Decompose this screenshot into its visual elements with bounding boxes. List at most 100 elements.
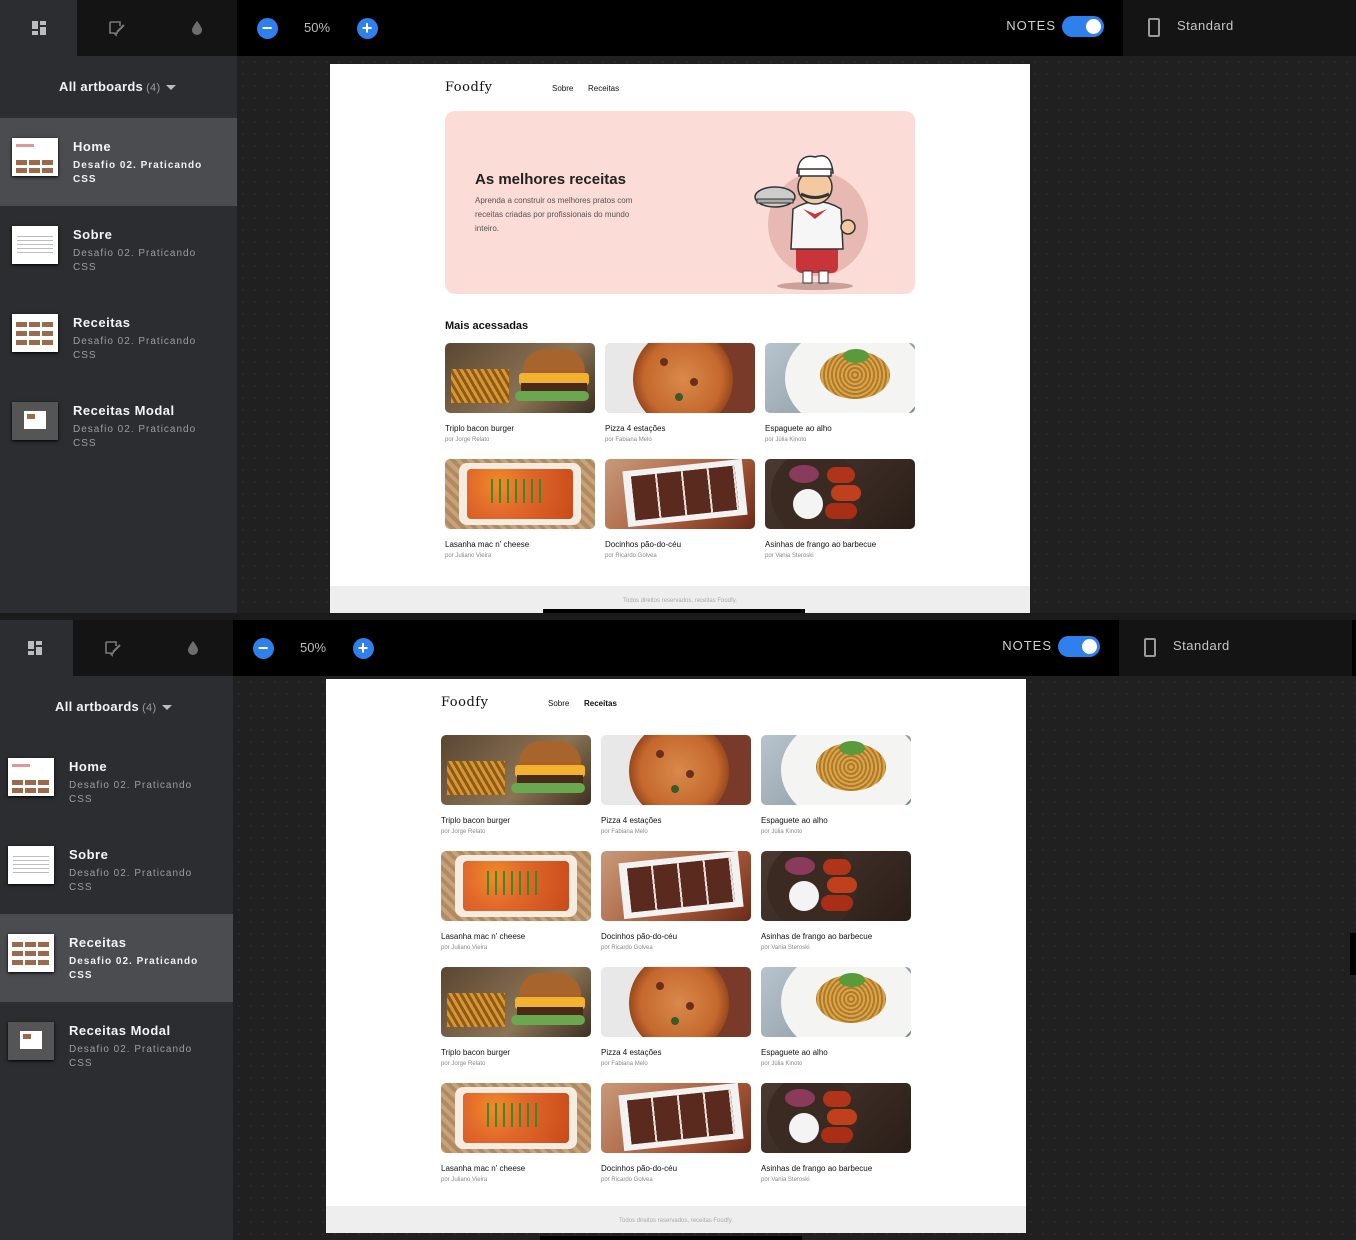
- minus-icon: −: [252, 637, 274, 659]
- recipe-image[interactable]: [761, 735, 911, 805]
- artboards-grid-button[interactable]: [0, 620, 73, 676]
- recipe-title: Asinhas de frango ao barbecue: [765, 540, 877, 549]
- notes-toggle[interactable]: [1062, 16, 1104, 37]
- sidebar-item-receitas[interactable]: Receitas Desafio 02. Praticando CSS: [0, 914, 233, 1002]
- recipe-image[interactable]: [601, 967, 751, 1037]
- notes-label: NOTES: [1006, 18, 1056, 33]
- recipe-author: por Fabiana Melo: [605, 437, 652, 443]
- recipe-card[interactable]: Docinhos pão-do-céu por Ricardo Golvea: [601, 851, 751, 951]
- recipe-author: por Vania Steroski: [765, 553, 814, 559]
- recipe-author: por Fabiana Melo: [601, 1061, 648, 1067]
- recipe-author: por Júlia Kinoto: [761, 1061, 803, 1067]
- recipe-author: por Júlia Kinoto: [761, 829, 803, 835]
- recipe-image[interactable]: [441, 967, 591, 1037]
- recipe-image[interactable]: [605, 343, 755, 413]
- zoom-out-button[interactable]: −: [256, 0, 278, 56]
- sidebar-item-home[interactable]: Home Desafio 02. Praticando CSS: [0, 738, 233, 826]
- sidebar-item-receitas-modal[interactable]: Receitas Modal Desafio 02. Praticando CS…: [0, 382, 237, 470]
- all-artboards-dropdown[interactable]: All artboards (4): [0, 676, 233, 738]
- horizontal-scrollbar[interactable]: [540, 1236, 802, 1240]
- recipe-card[interactable]: Lasanha mac n' cheese por Juliano Vieira: [441, 1083, 591, 1183]
- sidebar-item-sobre[interactable]: Sobre Desafio 02. Praticando CSS: [0, 206, 237, 294]
- recipe-image[interactable]: [761, 851, 911, 921]
- recipe-card[interactable]: Espaguete ao alho por Júlia Kinoto: [765, 343, 915, 443]
- recipe-card[interactable]: Triplo bacon burger por Jorge Relato: [441, 967, 591, 1067]
- site-logo[interactable]: Foodfy: [445, 80, 492, 95]
- sidebar-item-receitas[interactable]: Receitas Desafio 02. Praticando CSS: [0, 294, 237, 382]
- recipe-card[interactable]: Triplo bacon burger por Jorge Relato: [441, 735, 591, 835]
- recipe-image[interactable]: [601, 1083, 751, 1153]
- recipe-card[interactable]: Asinhas de frango ao barbecue por Vania S…: [765, 459, 915, 559]
- sidebar-item-sobre[interactable]: Sobre Desafio 02. Praticando CSS: [0, 826, 233, 914]
- toggle-knob: [1082, 639, 1097, 654]
- recipe-image[interactable]: [761, 967, 911, 1037]
- nav-link-receitas[interactable]: Receitas: [588, 84, 619, 93]
- recipe-title: Triplo bacon burger: [445, 424, 515, 433]
- all-artboards-label: All artboards: [59, 79, 144, 94]
- recipe-card[interactable]: Pizza 4 estações por Fabiana Melo: [601, 735, 751, 835]
- inspect-button[interactable]: [157, 0, 237, 56]
- inspect-button[interactable]: [153, 620, 233, 676]
- prototype-viewer-receitas: − 50% + NOTES Standard All artboards (4) …: [0, 620, 1356, 1240]
- nav-link-sobre[interactable]: Sobre: [548, 699, 569, 708]
- recipe-title: Docinhos pão-do-céu: [601, 932, 678, 941]
- recipe-card[interactable]: Asinhas de frango ao barbecue por Vania S…: [761, 851, 911, 951]
- recipe-title: Triplo bacon burger: [441, 1048, 511, 1057]
- notes-toggle[interactable]: [1058, 636, 1100, 657]
- sidebar-item-subtitle: Desafio 02. Praticando CSS: [69, 868, 193, 893]
- recipe-image[interactable]: [605, 459, 755, 529]
- recipe-title: Pizza 4 estações: [601, 816, 662, 825]
- recipe-title: Lasanha mac n' cheese: [445, 540, 530, 549]
- recipe-image[interactable]: [441, 735, 591, 805]
- recipe-author: por Juliano Vieira: [445, 553, 492, 559]
- zoom-in-button[interactable]: +: [356, 0, 378, 56]
- nav-link-sobre[interactable]: Sobre: [552, 84, 573, 93]
- recipe-image[interactable]: [601, 735, 751, 805]
- grid-icon: [31, 21, 46, 35]
- recipe-author: por Vania Steroski: [761, 945, 810, 951]
- zoom-in-button[interactable]: +: [352, 620, 374, 676]
- recipe-card[interactable]: Pizza 4 estações por Fabiana Melo: [601, 967, 751, 1067]
- toolbar: − 50% + NOTES Standard: [0, 620, 1356, 676]
- comment-button[interactable]: [77, 0, 157, 56]
- nav-link-receitas[interactable]: Receitas: [584, 699, 617, 708]
- recipe-card[interactable]: Lasanha mac n' cheese por Juliano Vieira: [441, 851, 591, 951]
- device-selector[interactable]: Standard: [1123, 0, 1356, 56]
- all-artboards-dropdown[interactable]: All artboards (4): [0, 56, 237, 118]
- recipe-card[interactable]: Docinhos pão-do-céu por Ricardo Golvea: [605, 459, 755, 559]
- recipe-card[interactable]: Pizza 4 estações por Fabiana Melo: [605, 343, 755, 443]
- sidebar-item-subtitle: Desafio 02. Praticando CSS: [73, 248, 197, 273]
- recipe-image[interactable]: [441, 1083, 591, 1153]
- recipe-image[interactable]: [441, 851, 591, 921]
- device-selector[interactable]: Standard: [1119, 620, 1352, 676]
- recipe-card[interactable]: Triplo bacon burger por Jorge Relato: [445, 343, 595, 443]
- sidebar-item-receitas-modal[interactable]: Receitas Modal Desafio 02. Praticando CS…: [0, 1002, 233, 1090]
- sidebar-item-home[interactable]: Home Desafio 02. Praticando CSS: [0, 118, 237, 206]
- recipe-image[interactable]: [601, 851, 751, 921]
- artboards-grid-button[interactable]: [0, 0, 77, 56]
- hero-text: Aprenda a construir os melhores pratos c…: [475, 196, 633, 233]
- zoom-out-button[interactable]: −: [252, 620, 274, 676]
- recipe-title: Lasanha mac n' cheese: [441, 932, 526, 941]
- recipe-image[interactable]: [445, 459, 595, 529]
- recipe-card[interactable]: Asinhas de frango ao barbecue por Vania S…: [761, 1083, 911, 1183]
- recipe-card[interactable]: Espaguete ao alho por Júlia Kinoto: [761, 735, 911, 835]
- sidebar-item-subtitle: Desafio 02. Praticando CSS: [73, 424, 197, 449]
- sidebar-item-subtitle: Desafio 02. Praticando CSS: [73, 160, 203, 185]
- recipe-card[interactable]: Espaguete ao alho por Júlia Kinoto: [761, 967, 911, 1067]
- comment-button[interactable]: [73, 620, 153, 676]
- recipe-image[interactable]: [761, 1083, 911, 1153]
- site-logo[interactable]: Foodfy: [441, 695, 488, 710]
- recipe-card[interactable]: Docinhos pão-do-céu por Ricardo Golvea: [601, 1083, 751, 1183]
- recipe-image[interactable]: [765, 459, 915, 529]
- section-title: Mais acessadas: [445, 320, 529, 332]
- artboard-thumbnail: [8, 846, 54, 884]
- recipe-image[interactable]: [445, 343, 595, 413]
- sidebar-item-title: Receitas Modal: [73, 403, 175, 418]
- recipe-author: por Juliano Vieira: [441, 945, 488, 951]
- vertical-scrollbar[interactable]: [1350, 933, 1356, 975]
- recipe-card[interactable]: Lasanha mac n' cheese por Juliano Vieira: [445, 459, 595, 559]
- recipe-image[interactable]: [765, 343, 915, 413]
- device-label: Standard: [1177, 18, 1234, 33]
- recipe-author: por Jorge Relato: [441, 829, 486, 835]
